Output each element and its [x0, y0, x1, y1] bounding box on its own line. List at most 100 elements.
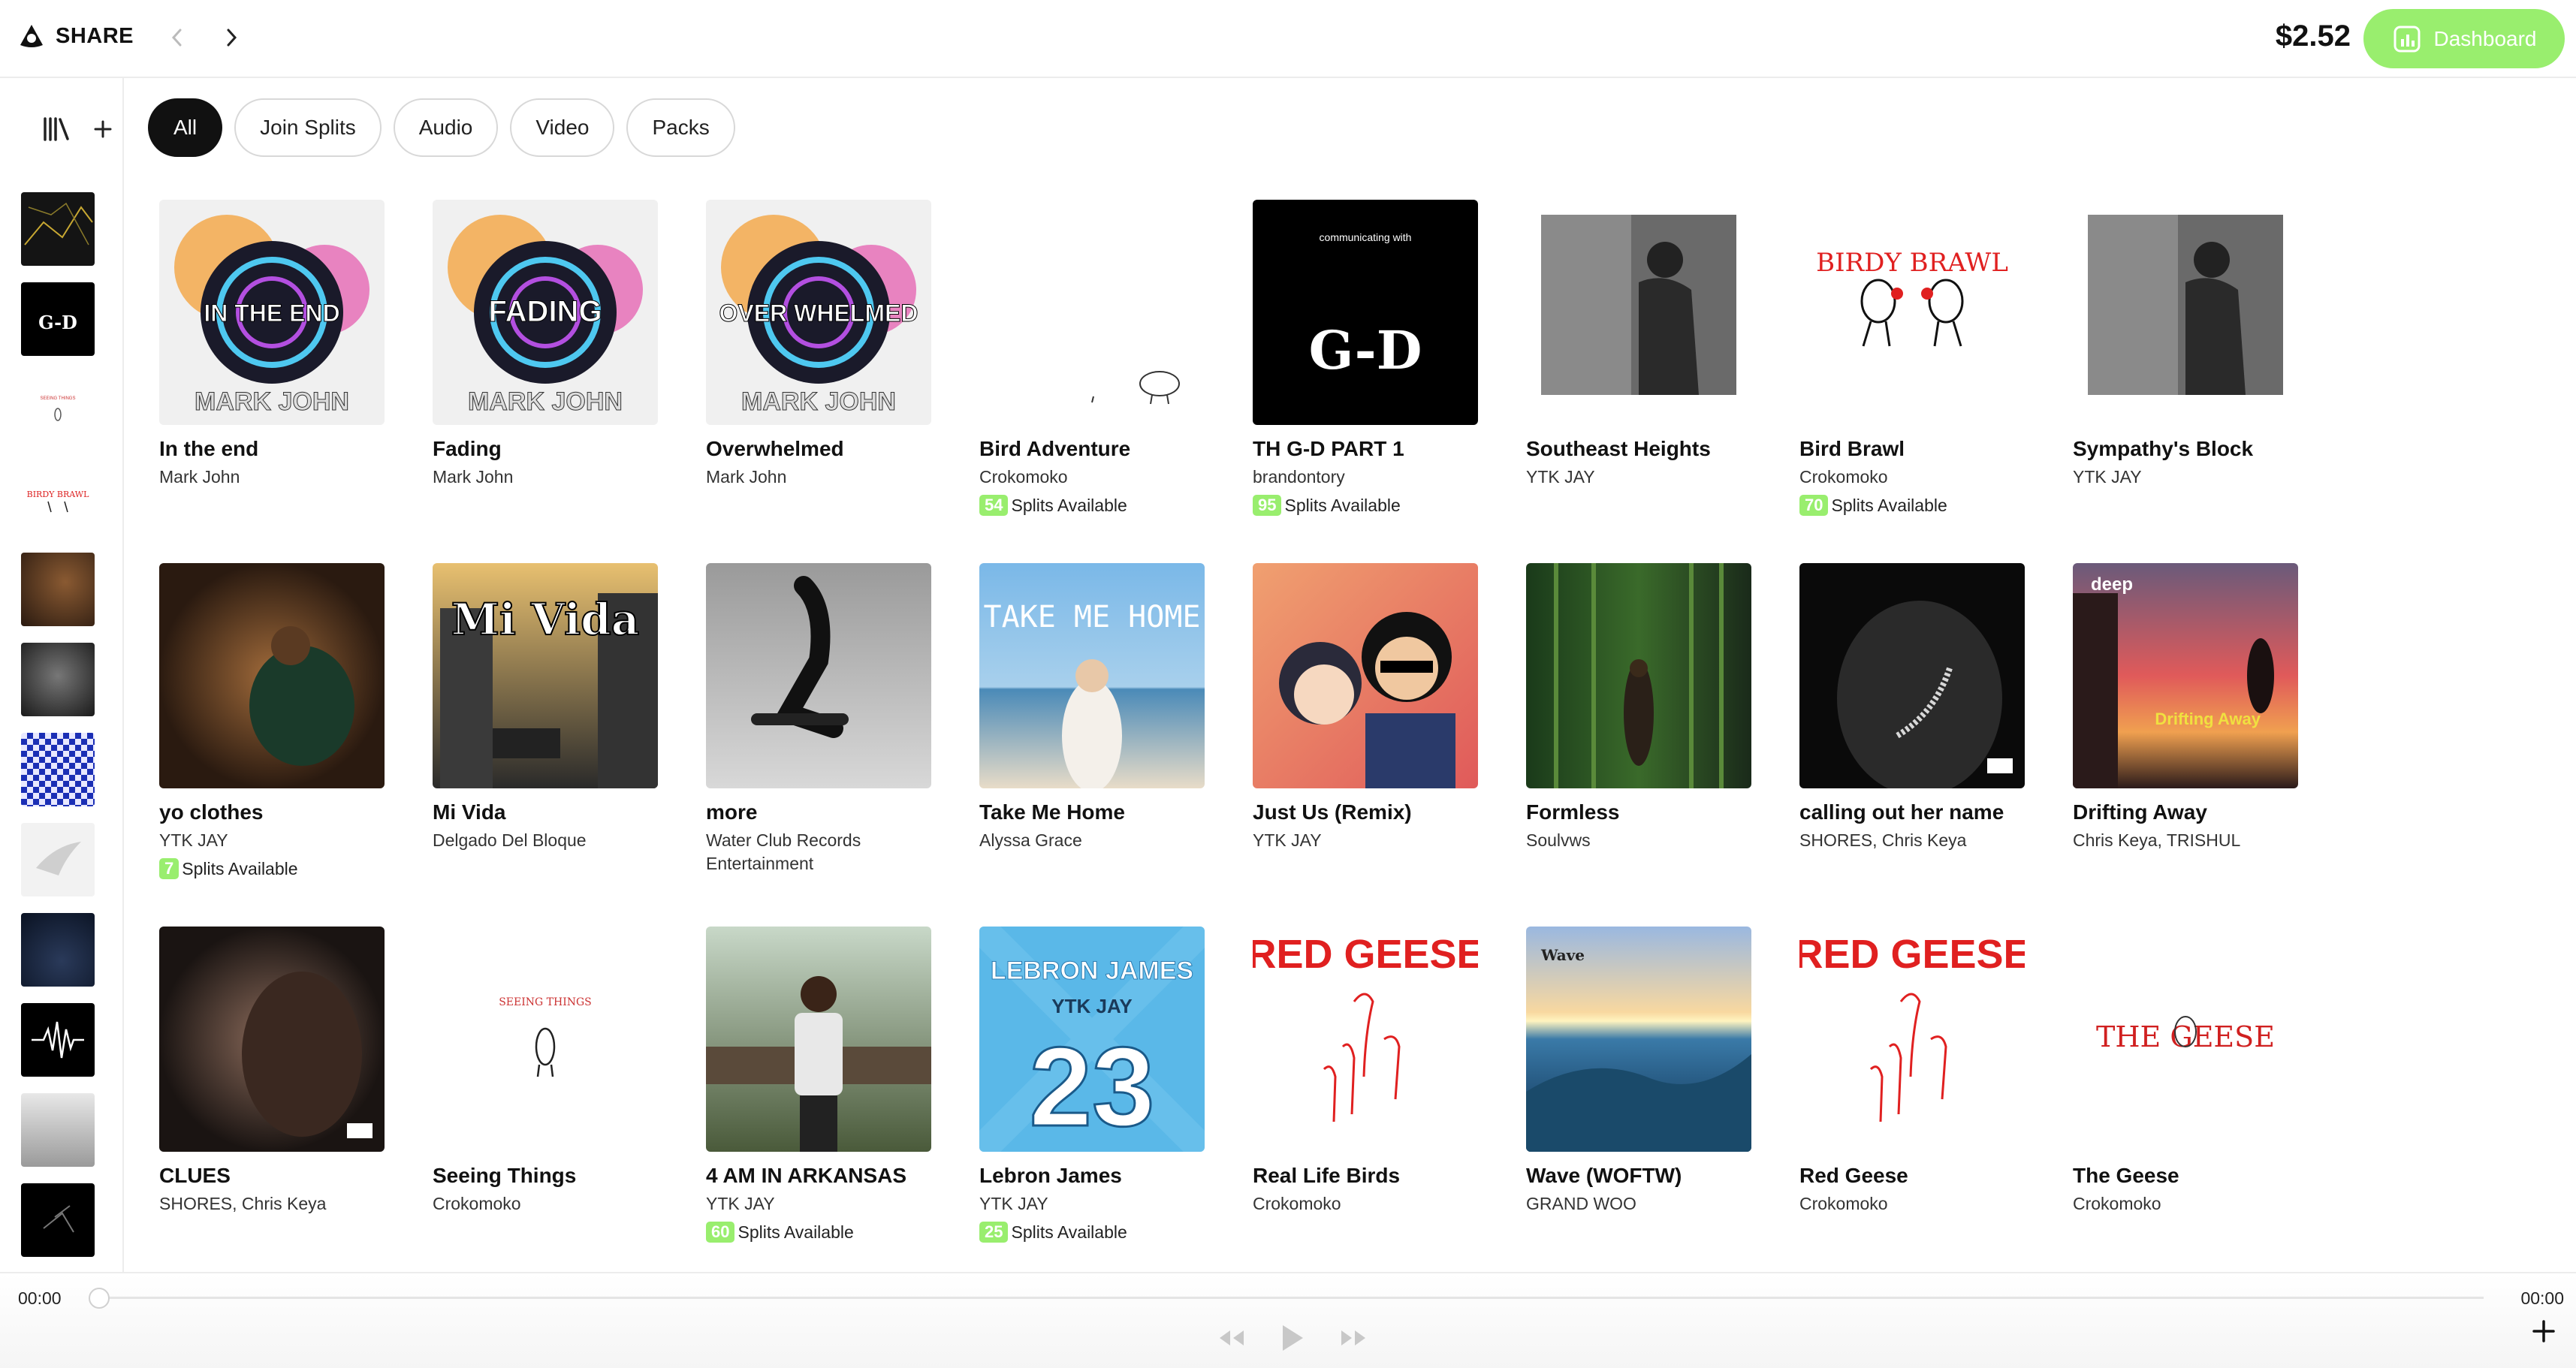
album-title[interactable]: more	[706, 800, 939, 824]
album-artist[interactable]: Chris Keya, TRISHUL	[2073, 829, 2298, 852]
album-artist[interactable]: GRAND WOO	[1526, 1192, 1751, 1216]
album-title[interactable]: Fading	[433, 437, 665, 461]
album-title[interactable]: In the end	[159, 437, 392, 461]
album-title[interactable]: Take Me Home	[979, 800, 1212, 824]
album-artist[interactable]: Crokomoko	[1253, 1192, 1478, 1216]
album-card[interactable]: SEEING THINGS Seeing Things Crokomoko	[433, 927, 665, 1216]
album-card[interactable]: LEBRON JAMES YTK JAY 23 Lebron James YTK…	[979, 927, 1212, 1243]
album-cover[interactable]: Mi Vida	[433, 563, 658, 788]
album-card[interactable]: IN THE END MARK JOHN In the end Mark Joh…	[159, 200, 392, 489]
album-title[interactable]: Red Geese	[1799, 1164, 2032, 1188]
album-title[interactable]: Overwhelmed	[706, 437, 939, 461]
add-playlist-icon[interactable]	[93, 119, 113, 139]
sidebar-thumb[interactable]	[21, 1003, 95, 1077]
album-artist[interactable]: Soulvws	[1526, 829, 1751, 852]
album-card[interactable]: Sympathy's Block YTK JAY	[2073, 200, 2306, 489]
album-cover[interactable]	[1526, 200, 1751, 425]
album-title[interactable]: Bird Adventure	[979, 437, 1212, 461]
album-cover[interactable]: RED GEESE	[1253, 927, 1478, 1152]
album-title[interactable]: Just Us (Remix)	[1253, 800, 1486, 824]
play-icon[interactable]	[1280, 1323, 1305, 1353]
album-cover[interactable]: communicating with G-D	[1253, 200, 1478, 425]
sidebar-thumb[interactable]	[21, 823, 95, 896]
album-title[interactable]: Drifting Away	[2073, 800, 2306, 824]
album-artist[interactable]: Mark John	[159, 466, 385, 489]
album-cover[interactable]: OVER WHELMED MARK JOHN	[706, 200, 931, 425]
album-cover[interactable]: RED GEESE	[1799, 927, 2025, 1152]
album-card[interactable]: TAKE ME HOME Take Me Home Alyssa Grace	[979, 563, 1212, 852]
filter-join-splits[interactable]: Join Splits	[234, 98, 382, 157]
sidebar-thumb[interactable]: G-D	[21, 282, 95, 356]
album-artist[interactable]: SHORES, Chris Keya	[159, 1192, 385, 1216]
album-artist[interactable]: Mark John	[706, 466, 931, 489]
dashboard-button[interactable]: Dashboard	[2363, 9, 2565, 68]
album-card[interactable]: communicating with G-D TH G-D PART 1 bra…	[1253, 200, 1486, 517]
album-cover[interactable]: IN THE END MARK JOHN	[159, 200, 385, 425]
filter-all[interactable]: All	[148, 98, 223, 157]
album-artist[interactable]: Crokomoko	[979, 466, 1205, 489]
album-card[interactable]: 4 AM IN ARKANSAS YTK JAY 60 Splits Avail…	[706, 927, 939, 1243]
album-card[interactable]: Wave Wave (WOFTW) GRAND WOO	[1526, 927, 1759, 1216]
album-title[interactable]: Sympathy's Block	[2073, 437, 2306, 461]
album-card[interactable]: Just Us (Remix) YTK JAY	[1253, 563, 1486, 852]
album-title[interactable]: Bird Brawl	[1799, 437, 2032, 461]
sidebar-thumb[interactable]	[21, 733, 95, 806]
sidebar-thumb[interactable]	[21, 643, 95, 716]
progress-knob[interactable]	[89, 1288, 110, 1309]
album-cover[interactable]	[1526, 563, 1751, 788]
forward-button[interactable]	[216, 23, 246, 53]
sidebar-thumb[interactable]: SEEING THINGS	[21, 372, 95, 446]
album-card[interactable]: RED GEESE Real Life Birds Crokomoko	[1253, 927, 1486, 1216]
filter-video[interactable]: Video	[510, 98, 615, 157]
album-card[interactable]: Mi Vida Mi Vida Delgado Del Bloque	[433, 563, 665, 852]
album-artist[interactable]: YTK JAY	[2073, 466, 2298, 489]
album-cover[interactable]: SEEING THINGS	[433, 927, 658, 1152]
album-card[interactable]: BIRDY BRAWL Bird Brawl Crokomoko 70 Spli…	[1799, 200, 2032, 517]
album-artist[interactable]: YTK JAY	[1526, 466, 1751, 489]
splits-available[interactable]: 7 Splits Available	[159, 858, 392, 880]
sidebar-thumb[interactable]	[21, 192, 95, 266]
album-artist[interactable]: YTK JAY	[979, 1192, 1205, 1216]
album-title[interactable]: Southeast Heights	[1526, 437, 1759, 461]
album-cover[interactable]	[1799, 563, 2025, 788]
splits-available[interactable]: 60 Splits Available	[706, 1222, 939, 1243]
sidebar-thumb[interactable]	[21, 913, 95, 987]
album-cover[interactable]: THE GEESE	[2073, 927, 2298, 1152]
album-cover[interactable]: Wave	[1526, 927, 1751, 1152]
album-cover[interactable]	[159, 563, 385, 788]
next-icon[interactable]	[1338, 1328, 1368, 1348]
album-title[interactable]: Seeing Things	[433, 1164, 665, 1188]
album-cover[interactable]: BIRDY BRAWL	[1799, 200, 2025, 425]
album-card[interactable]: OVER WHELMED MARK JOHN Overwhelmed Mark …	[706, 200, 939, 489]
album-artist[interactable]: Water Club Records Entertainment	[706, 829, 931, 875]
album-card[interactable]: yo clothes YTK JAY 7 Splits Available	[159, 563, 392, 880]
album-artist[interactable]: YTK JAY	[159, 829, 385, 852]
album-artist[interactable]: Crokomoko	[433, 1192, 658, 1216]
sidebar-thumb[interactable]: BIRDY BRAWL	[21, 463, 95, 536]
album-card[interactable]: calling out her name SHORES, Chris Keya	[1799, 563, 2032, 852]
album-artist[interactable]: Delgado Del Bloque	[433, 829, 658, 852]
album-artist[interactable]: Crokomoko	[1799, 466, 2025, 489]
splits-available[interactable]: 25 Splits Available	[979, 1222, 1212, 1243]
album-card[interactable]: Southeast Heights YTK JAY	[1526, 200, 1759, 489]
album-cover[interactable]	[1253, 563, 1478, 788]
album-artist[interactable]: brandontory	[1253, 466, 1478, 489]
album-cover[interactable]	[706, 563, 931, 788]
album-artist[interactable]: Crokomoko	[2073, 1192, 2298, 1216]
album-card[interactable]: RED GEESE Red Geese Crokomoko	[1799, 927, 2032, 1216]
album-card[interactable]: more Water Club Records Entertainment	[706, 563, 939, 875]
album-cover[interactable]: LEBRON JAMES YTK JAY 23	[979, 927, 1205, 1152]
album-title[interactable]: Lebron James	[979, 1164, 1212, 1188]
sidebar-thumb[interactable]	[21, 1183, 95, 1257]
filter-audio[interactable]: Audio	[393, 98, 499, 157]
album-title[interactable]: yo clothes	[159, 800, 392, 824]
album-cover[interactable]: deep Drifting Away	[2073, 563, 2298, 788]
album-card[interactable]: CLUES SHORES, Chris Keya	[159, 927, 392, 1216]
album-title[interactable]: Formless	[1526, 800, 1759, 824]
album-card[interactable]: deep Drifting Away Drifting Away Chris K…	[2073, 563, 2306, 852]
album-title[interactable]: TH G-D PART 1	[1253, 437, 1486, 461]
splits-available[interactable]: 95 Splits Available	[1253, 495, 1486, 517]
library-icon[interactable]	[42, 116, 74, 143]
album-cover[interactable]: TAKE ME HOME	[979, 563, 1205, 788]
album-cover[interactable]	[159, 927, 385, 1152]
